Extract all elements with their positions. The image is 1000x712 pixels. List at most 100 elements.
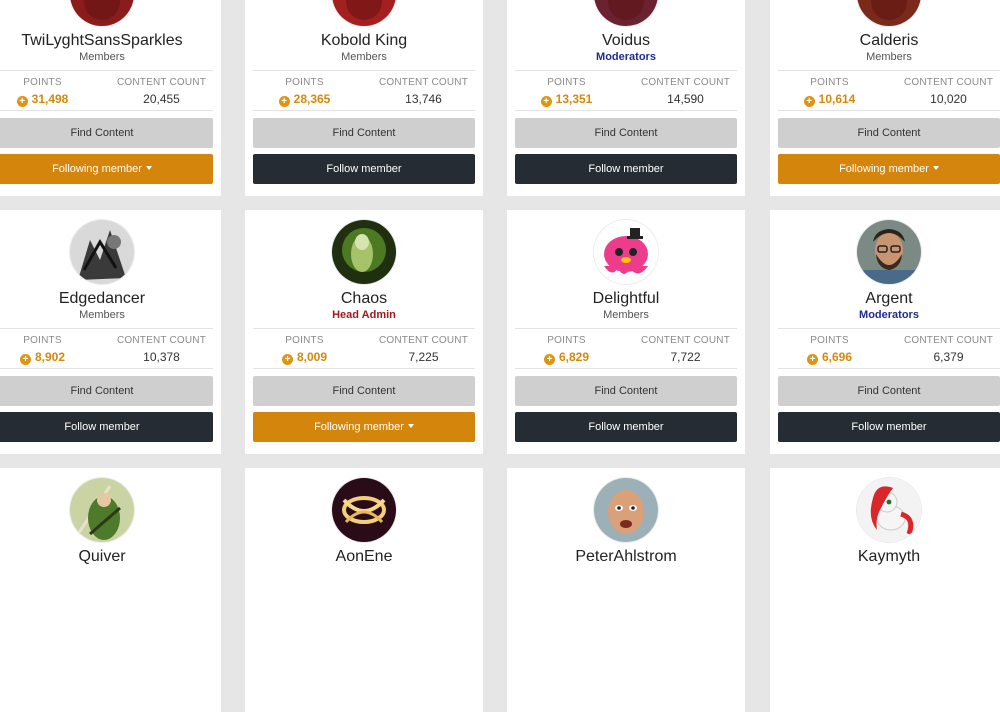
points-number: 6,829 xyxy=(558,350,590,364)
points-value: +8,009 xyxy=(245,350,364,365)
member-card: Delightful Members POINTS CONTENT COUNT +6,8… xyxy=(507,210,745,454)
content-count-label: CONTENT COUNT xyxy=(903,77,994,88)
member-group: Moderators xyxy=(859,309,919,321)
member-card: Quiver xyxy=(0,468,221,712)
find-content-button[interactable]: Find Content xyxy=(778,118,1000,148)
follow-member-button[interactable]: Follow member xyxy=(515,154,737,184)
find-content-button[interactable]: Find Content xyxy=(778,376,1000,406)
content-count-value: 6,379 xyxy=(933,350,964,364)
caret-down-icon xyxy=(932,166,939,170)
member-name[interactable]: Kobold King xyxy=(245,31,483,51)
points-value: +13,351 xyxy=(507,92,626,107)
find-content-button[interactable]: Find Content xyxy=(0,376,213,406)
points-value: +31,498 xyxy=(0,92,102,107)
caret-down-icon xyxy=(145,166,152,170)
find-content-button[interactable]: Find Content xyxy=(515,118,737,148)
avatar[interactable] xyxy=(857,478,921,542)
member-card: Chaos Head Admin POINTS CONTENT COUNT +8,009… xyxy=(245,210,483,454)
points-label: POINTS xyxy=(810,77,849,88)
caret-down-icon xyxy=(407,424,414,428)
member-grid: TwiLyghtSansSparkles Members POINTS CONTENT… xyxy=(0,0,1000,712)
points-value: +6,829 xyxy=(507,350,626,365)
member-group: Members xyxy=(341,51,387,63)
avatar[interactable] xyxy=(332,0,396,26)
member-name[interactable]: Chaos xyxy=(245,289,483,309)
member-name[interactable]: Delightful xyxy=(507,289,745,309)
divider xyxy=(0,328,213,329)
plus-circle-icon: + xyxy=(16,96,28,107)
member-name[interactable]: Edgedancer xyxy=(0,289,221,309)
avatar[interactable] xyxy=(594,220,658,284)
plus-circle-icon: + xyxy=(281,354,293,365)
divider xyxy=(0,368,213,369)
divider xyxy=(515,70,737,71)
find-content-button[interactable]: Find Content xyxy=(253,376,475,406)
avatar[interactable] xyxy=(70,478,134,542)
divider xyxy=(253,70,475,71)
follow-member-button[interactable]: Follow member xyxy=(778,412,1000,442)
member-name[interactable]: AonEne xyxy=(245,547,483,567)
divider xyxy=(253,328,475,329)
divider xyxy=(515,110,737,111)
points-label: POINTS xyxy=(23,335,62,346)
follow-member-button[interactable]: Follow member xyxy=(515,412,737,442)
member-name[interactable]: Kaymyth xyxy=(770,547,1000,567)
plus-circle-icon: + xyxy=(543,354,555,365)
avatar[interactable] xyxy=(70,0,134,26)
divider xyxy=(253,368,475,369)
points-number: 8,009 xyxy=(296,350,328,364)
find-content-button[interactable]: Find Content xyxy=(253,118,475,148)
points-label: POINTS xyxy=(547,77,586,88)
points-number: 31,498 xyxy=(31,92,69,106)
member-name[interactable]: Calderis xyxy=(770,31,1000,51)
content-count-value: 7,722 xyxy=(670,350,701,364)
avatar[interactable] xyxy=(332,220,396,284)
avatar[interactable] xyxy=(332,478,396,542)
member-name[interactable]: Quiver xyxy=(0,547,221,567)
content-count-value: 7,225 xyxy=(408,350,439,364)
avatar[interactable] xyxy=(594,0,658,26)
points-number: 28,365 xyxy=(293,92,331,106)
content-count-label: CONTENT COUNT xyxy=(116,77,207,88)
points-value: +8,902 xyxy=(0,350,102,365)
points-label: POINTS xyxy=(547,335,586,346)
content-count-label: CONTENT COUNT xyxy=(640,335,731,346)
avatar[interactable] xyxy=(857,220,921,284)
follow-member-button[interactable]: Follow member xyxy=(253,154,475,184)
member-card: TwiLyghtSansSparkles Members POINTS CONTENT… xyxy=(0,0,221,196)
following-member-label: Following member xyxy=(314,421,404,433)
content-count-value: 20,455 xyxy=(143,92,180,106)
member-card: PeterAhlstrom xyxy=(507,468,745,712)
plus-circle-icon: + xyxy=(540,96,552,107)
member-name[interactable]: TwiLyghtSansSparkles xyxy=(0,31,221,51)
avatar[interactable] xyxy=(70,220,134,284)
following-member-button[interactable]: Following member xyxy=(253,412,475,442)
member-group: Head Admin xyxy=(332,309,396,321)
member-name[interactable]: PeterAhlstrom xyxy=(507,547,745,567)
member-group: Moderators xyxy=(596,51,656,63)
avatar[interactable] xyxy=(857,0,921,26)
content-count-value: 13,746 xyxy=(405,92,442,106)
points-number: 13,351 xyxy=(555,92,593,106)
content-count-label: CONTENT COUNT xyxy=(903,335,994,346)
points-label: POINTS xyxy=(810,335,849,346)
find-content-button[interactable]: Find Content xyxy=(515,376,737,406)
following-member-label: Following member xyxy=(839,163,929,175)
following-member-button[interactable]: Following member xyxy=(778,154,1000,184)
divider xyxy=(253,110,475,111)
divider xyxy=(778,70,1000,71)
member-card: Kaymyth xyxy=(770,468,1000,712)
points-label: POINTS xyxy=(285,77,324,88)
following-member-label: Following member xyxy=(52,163,142,175)
following-member-button[interactable]: Following member xyxy=(0,154,213,184)
find-content-button[interactable]: Find Content xyxy=(0,118,213,148)
content-count-label: CONTENT COUNT xyxy=(116,335,207,346)
points-value: +6,696 xyxy=(770,350,889,365)
follow-member-button[interactable]: Follow member xyxy=(0,412,213,442)
avatar[interactable] xyxy=(594,478,658,542)
member-name[interactable]: Argent xyxy=(770,289,1000,309)
member-name[interactable]: Voidus xyxy=(507,31,745,51)
points-number: 8,902 xyxy=(34,350,66,364)
points-value: +28,365 xyxy=(245,92,364,107)
points-value: +10,614 xyxy=(770,92,889,107)
